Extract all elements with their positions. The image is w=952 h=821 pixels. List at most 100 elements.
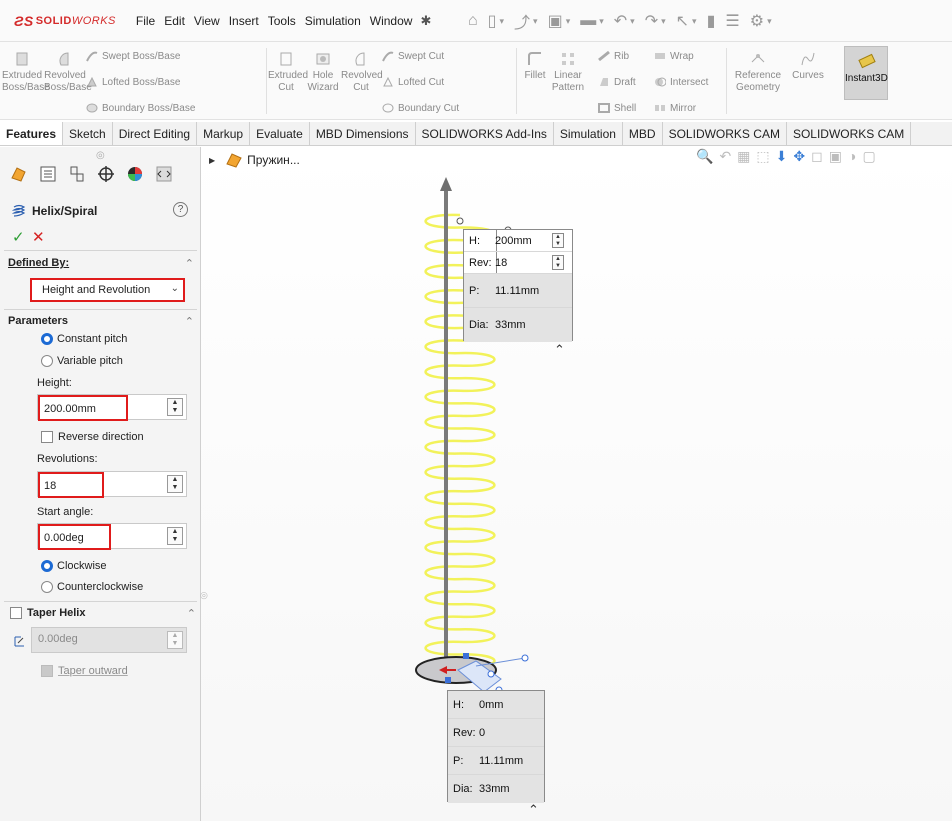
- menu-edit[interactable]: Edit: [164, 14, 185, 28]
- cancel-x-icon[interactable]: ✕: [32, 228, 45, 246]
- revolutions-spinner[interactable]: ▲ ▼: [167, 475, 183, 493]
- menu-simulation[interactable]: Simulation: [305, 14, 361, 28]
- extruded-cut-button[interactable]: Extruded Cut: [268, 50, 308, 94]
- redo-icon[interactable]: ↷: [645, 11, 658, 31]
- menu-view[interactable]: View: [194, 14, 220, 28]
- tab-solidworks-cam-2[interactable]: SOLIDWORKS CAM: [787, 122, 912, 145]
- callout-rev-spinner[interactable]: ▲ ▼: [552, 255, 564, 270]
- save-dropdown-icon[interactable]: ▾: [566, 16, 571, 27]
- new-document-icon[interactable]: ▯: [488, 11, 497, 31]
- helix-top-endpoint[interactable]: [456, 217, 464, 225]
- solidworks-logo[interactable]: ƧS SOLID WORKS: [14, 13, 116, 29]
- constant-pitch-radio[interactable]: Constant pitch: [41, 333, 127, 345]
- swept-cut-button[interactable]: Swept Cut: [382, 50, 444, 62]
- file-properties-icon[interactable]: ☰: [725, 11, 739, 31]
- pitch-handle[interactable]: [487, 670, 495, 678]
- fillet-button[interactable]: Fillet: [520, 50, 550, 82]
- counterclockwise-radio[interactable]: Counterclockwise: [41, 581, 143, 593]
- start-angle-spinner[interactable]: ▲ ▼: [167, 527, 183, 545]
- tab-simulation[interactable]: Simulation: [554, 122, 623, 145]
- linear-pattern-button[interactable]: Linear Pattern: [550, 50, 586, 94]
- rib-button[interactable]: Rib: [598, 50, 629, 62]
- start-angle-input[interactable]: 0.00deg ▲ ▼: [37, 523, 187, 550]
- callout-revolutions-row[interactable]: Rev: 18 ▲ ▼: [464, 252, 572, 274]
- help-icon[interactable]: ?: [173, 202, 188, 217]
- save-icon[interactable]: ▣: [548, 11, 563, 31]
- curves-button[interactable]: Curves: [788, 50, 828, 82]
- undo-icon[interactable]: ↶: [614, 11, 627, 31]
- pin-menu-icon[interactable]: ✱: [420, 13, 431, 29]
- select-dropdown-icon[interactable]: ▾: [692, 16, 697, 27]
- height-spinner[interactable]: ▲ ▼: [167, 398, 183, 416]
- variable-pitch-radio[interactable]: Variable pitch: [41, 355, 123, 367]
- undo-dropdown-icon[interactable]: ▾: [630, 16, 635, 27]
- height-input[interactable]: 200.00mm ▲ ▼: [37, 394, 187, 421]
- collapse-group-icon[interactable]: ⌃: [187, 607, 196, 620]
- taper-helix-group-header[interactable]: Taper Helix ⌃: [10, 607, 196, 622]
- swept-boss-button[interactable]: Swept Boss/Base: [86, 50, 180, 62]
- rebuild-icon[interactable]: ▮: [707, 11, 716, 31]
- menu-file[interactable]: File: [136, 14, 155, 28]
- lofted-cut-button[interactable]: Lofted Cut: [382, 76, 444, 88]
- callout-height-spinner[interactable]: ▲ ▼: [552, 233, 564, 248]
- print-dropdown-icon[interactable]: ▾: [599, 16, 604, 27]
- tab-features[interactable]: Features: [0, 122, 64, 145]
- mirror-button[interactable]: Mirror: [654, 102, 696, 114]
- wrap-button[interactable]: Wrap: [654, 50, 694, 62]
- shell-button[interactable]: Shell: [598, 102, 636, 114]
- ok-check-icon[interactable]: ✓: [12, 228, 25, 246]
- feature-manager-tab-icon[interactable]: [8, 163, 30, 185]
- tab-mbd-dimensions[interactable]: MBD Dimensions: [310, 122, 416, 145]
- draft-button[interactable]: Draft: [598, 76, 636, 88]
- open-dropdown-icon[interactable]: ▾: [533, 16, 538, 27]
- revolved-cut-button[interactable]: Revolved Cut: [341, 50, 383, 94]
- home-icon[interactable]: ⌂: [468, 12, 478, 30]
- panel-resize-handle[interactable]: ◎: [200, 590, 209, 614]
- lofted-boss-button[interactable]: Lofted Boss/Base: [86, 76, 180, 88]
- defined-by-dropdown[interactable]: Height and Revolution ⌄: [30, 278, 185, 302]
- options-gear-icon[interactable]: ⚙: [750, 11, 764, 31]
- expand-tabs-icon[interactable]: [153, 163, 175, 185]
- clockwise-radio[interactable]: Clockwise: [41, 560, 107, 572]
- base-handle[interactable]: [445, 677, 451, 683]
- redo-dropdown-icon[interactable]: ▾: [661, 16, 666, 27]
- reference-geometry-button[interactable]: Reference Geometry: [730, 50, 786, 94]
- open-icon[interactable]: ⤴: [514, 9, 530, 33]
- collapse-callout-icon[interactable]: ⌃: [528, 802, 539, 818]
- tab-mbd[interactable]: MBD: [623, 122, 663, 145]
- tab-solidworks-add-ins[interactable]: SOLIDWORKS Add-Ins: [416, 122, 554, 145]
- tab-evaluate[interactable]: Evaluate: [250, 122, 310, 145]
- menu-insert[interactable]: Insert: [229, 14, 259, 28]
- instant3d-button[interactable]: Instant3D: [844, 46, 888, 100]
- collapse-group-icon[interactable]: ⌃: [185, 315, 194, 328]
- tab-sketch[interactable]: Sketch: [63, 122, 113, 145]
- collapse-group-icon[interactable]: ⌃: [185, 257, 194, 270]
- tab-solidworks-cam[interactable]: SOLIDWORKS CAM: [663, 122, 787, 145]
- boundary-boss-button[interactable]: Boundary Boss/Base: [86, 102, 195, 114]
- intersect-button[interactable]: Intersect: [654, 76, 708, 88]
- print-icon[interactable]: ▬: [580, 12, 596, 30]
- tab-direct-editing[interactable]: Direct Editing: [113, 122, 198, 145]
- menu-tools[interactable]: Tools: [268, 14, 296, 28]
- collapse-callout-icon[interactable]: ⌃: [554, 342, 565, 358]
- hole-wizard-button[interactable]: Hole Wizard: [306, 50, 340, 94]
- start-angle-handle-dot[interactable]: [521, 654, 529, 662]
- revolved-boss-button[interactable]: Revolved Boss/Base: [44, 50, 92, 94]
- display-manager-tab-icon[interactable]: [124, 163, 146, 185]
- callout-height-row[interactable]: H: 200mm ▲ ▼: [464, 230, 572, 252]
- revolutions-input[interactable]: 18 ▲ ▼: [37, 471, 187, 498]
- property-manager-tab-icon[interactable]: [37, 163, 59, 185]
- tab-markup[interactable]: Markup: [197, 122, 251, 145]
- defined-by-group-header[interactable]: Defined By: ⌃: [8, 257, 194, 270]
- select-icon[interactable]: ↖: [676, 11, 689, 31]
- options-dropdown-icon[interactable]: ▾: [767, 16, 772, 27]
- diameter-handle[interactable]: [463, 653, 469, 659]
- menu-window[interactable]: Window: [370, 14, 413, 28]
- panel-collapse-handle[interactable]: ◎: [96, 150, 105, 161]
- new-dropdown-icon[interactable]: ▾: [499, 16, 504, 27]
- dimxpert-manager-tab-icon[interactable]: [95, 163, 117, 185]
- taper-helix-checkbox[interactable]: Taper Helix: [10, 607, 86, 619]
- configuration-manager-tab-icon[interactable]: [66, 163, 88, 185]
- graphics-area[interactable]: ▶ Пружин... 🔍 ↶ ▦ ⬚ ⬇ ✥ ◻ ▣ ◑ ▢ H: 200mm ▲…: [201, 147, 952, 821]
- helix-model-view[interactable]: [201, 147, 952, 821]
